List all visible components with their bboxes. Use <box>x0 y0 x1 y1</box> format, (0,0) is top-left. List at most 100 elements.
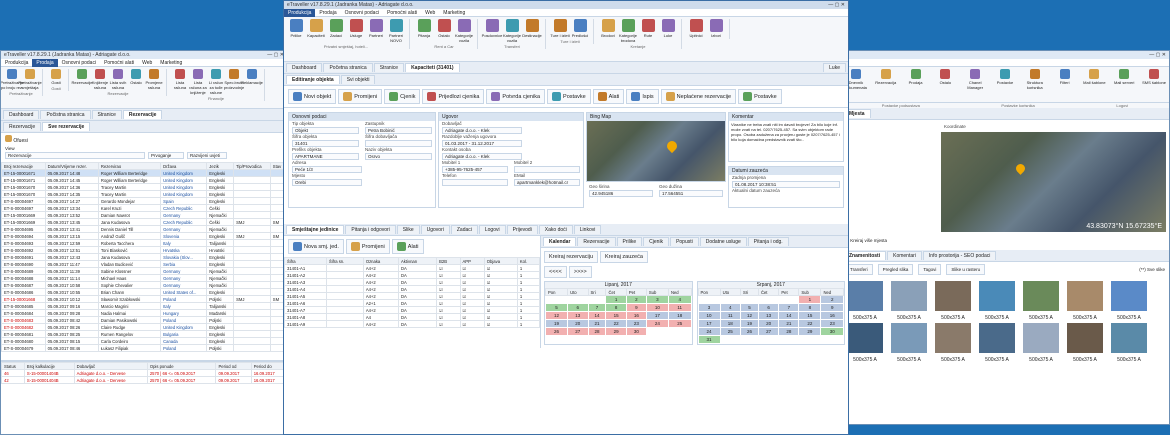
supplier-field[interactable]: Adriagate d.o.o. - Klek <box>442 127 522 134</box>
checkbox[interactable]: ☑ <box>487 308 491 313</box>
map-view[interactable] <box>587 121 725 181</box>
table-row[interactable]: 31401-A3 A4+2 DA ☑ ☑ ☑ 1 <box>284 278 541 286</box>
photo-thumbnail[interactable]: 500x375 A <box>931 279 975 321</box>
column-header[interactable]: Datum/Vrijeme rezer. <box>44 162 99 170</box>
ribbon-button-4[interactable]: Chanel Manager <box>962 69 988 90</box>
tab-1[interactable]: Sve rezervacije <box>42 122 91 131</box>
tab-0[interactable]: Dashboard <box>3 110 40 119</box>
calendar-day[interactable]: 9 <box>625 303 647 312</box>
menu-item-0[interactable]: Produkcija <box>1 60 32 66</box>
table-row[interactable]: ET-S-00004683 05.09.2017 08:42 Damian Pasi… <box>1 316 287 324</box>
calendar-day[interactable]: 29 <box>605 327 627 336</box>
checkbox[interactable]: ☑ <box>487 301 491 306</box>
calendar-day[interactable]: 28 <box>778 327 800 336</box>
tab-1[interactable]: Počistna stranica <box>40 110 91 119</box>
checkbox[interactable]: ☑ <box>487 294 491 299</box>
photo-thumbnail[interactable]: 500x375 A <box>1063 321 1107 363</box>
unit-toolbar-button-0[interactable]: Nova smj. jed. <box>288 239 344 254</box>
column-header[interactable]: Kol. <box>516 257 541 265</box>
table-row[interactable]: ET-S-00004688 05.09.2017 11:14 Michael Haa… <box>1 274 287 282</box>
calendar-day[interactable]: 29 <box>798 327 822 336</box>
calendar-day[interactable]: 24 <box>645 319 669 328</box>
tab-7[interactable]: Xako doći <box>538 225 573 234</box>
column-header[interactable]: Šifra sn. <box>325 257 364 265</box>
toolbar-button-2[interactable]: Cjenik <box>384 89 421 104</box>
column-header[interactable]: Država <box>160 162 208 170</box>
checkbox[interactable]: ☑ <box>439 294 443 299</box>
calendar-day[interactable]: 27 <box>567 327 589 336</box>
left-toolbar[interactable]: Ofuesi <box>1 133 287 146</box>
object-type-field[interactable]: Objekt <box>292 127 359 134</box>
column-header[interactable]: Objava <box>483 257 518 265</box>
window-controls[interactable]: — ▢ ✕ <box>1149 52 1166 58</box>
photo-thumbnail[interactable]: 500x375 A <box>887 321 931 363</box>
tab-4[interactable]: Popusti <box>670 237 699 246</box>
ribbon-button-9[interactable]: Mail serveri <box>1111 69 1137 85</box>
column-header[interactable]: Oznaka <box>362 257 400 265</box>
ribbon-button-3-1[interactable]: Predlošci <box>570 19 590 38</box>
object-code-field[interactable]: 31401 <box>292 140 359 147</box>
calendar-day[interactable]: 14 <box>587 311 607 320</box>
ribbon-button-1-2[interactable]: Kategorije vozila <box>454 19 474 43</box>
calendar-day[interactable]: 13 <box>567 311 589 320</box>
table-row[interactable]: 31401-A5 A4+2 DA ☑ ☑ ☑ 1 <box>284 292 541 300</box>
latitude-field[interactable]: 42.945186 <box>589 190 653 197</box>
ribbon-button-0-0[interactable]: Prilike <box>286 19 306 43</box>
table-row[interactable]: ET-15-00001669 05.09.2017 13:45 Jana Kudas… <box>1 218 287 226</box>
checkbox[interactable]: ☑ <box>463 266 467 271</box>
toolbar-button-3[interactable]: Prijedlozi cjenika <box>422 89 485 104</box>
tab-2[interactable]: Slike <box>396 225 420 234</box>
column-header[interactable]: Broj rezervacije <box>1 162 46 170</box>
ribbon-button-4-0[interactable]: Brodovi <box>598 19 618 43</box>
ribbon-button-2-4[interactable]: Promjene računa <box>145 69 163 90</box>
calendar-nav-1[interactable]: >>>> <box>568 266 592 278</box>
ribbon-button-5-0[interactable]: Upitnici <box>686 19 706 38</box>
mobile2-field[interactable] <box>514 166 580 173</box>
table-row[interactable]: ET-S-00004694 05.09.2017 13:15 Andraž Gušč… <box>1 232 287 240</box>
column-header[interactable]: Tip/Provodica <box>233 162 271 170</box>
menu-item-4[interactable]: Web <box>421 10 439 16</box>
address-field[interactable]: Peće 1/3 <box>292 166 362 173</box>
ribbon-button-0-5[interactable]: Partneri NOVO <box>386 19 406 43</box>
table-row[interactable]: ET-15-00001670 05.09.2017 14:36 Tracey Mar… <box>1 183 287 191</box>
table-row[interactable]: 46 S-15-00001404B Adriagate d.o.o. - Derve… <box>1 369 287 377</box>
calendar-day[interactable]: 3 <box>697 303 721 312</box>
table-row[interactable]: ET-S-00004687 05.09.2017 10:58 Sophie Chev… <box>1 281 287 289</box>
calendar-button-0[interactable]: Kreiraj rezervaciju <box>544 251 599 263</box>
calendar-day[interactable]: 16 <box>820 311 844 320</box>
ribbon-button-2-1[interactable]: Knjiženje računa <box>91 69 109 90</box>
checkbox[interactable]: ☑ <box>439 308 443 313</box>
table-row[interactable]: 31401-A8 A4 DA ☑ ☑ ☑ 1 <box>284 313 541 321</box>
table-row[interactable]: ET-S-00004697 05.09.2017 14:27 Gerardo Mon… <box>1 197 287 205</box>
photo-thumbnail[interactable]: 500x375 A <box>1019 279 1063 321</box>
tab-2[interactable]: Prilike <box>616 237 643 246</box>
checkbox[interactable]: ☑ <box>439 315 443 320</box>
checkbox[interactable]: ☑ <box>439 280 443 285</box>
calendar-day[interactable]: 9 <box>820 303 844 312</box>
object-prefix-field[interactable]: APARTMANE <box>292 153 359 160</box>
calendar-day[interactable]: 4 <box>719 303 742 312</box>
calendar-day[interactable]: 26 <box>544 327 569 336</box>
toolbar-button-7[interactable]: Ispis <box>626 89 659 104</box>
tab-0[interactable]: Znamenitosti <box>843 251 887 260</box>
toolbar-button-4[interactable]: Potvrda cjenika <box>486 89 546 104</box>
calendar-day[interactable]: 7 <box>778 303 800 312</box>
tab-0[interactable]: Rezervacije <box>3 122 42 131</box>
table-row[interactable]: ET-15-00001669 05.09.2017 13:52 Damian Naw… <box>1 211 287 219</box>
photo-thumbnail[interactable]: 500x375 A <box>931 321 975 363</box>
photo-thumbnail[interactable]: 500x375 A <box>1107 321 1151 363</box>
checkbox[interactable]: ☑ <box>439 301 443 306</box>
checkbox[interactable]: ☑ <box>463 273 467 278</box>
table-row[interactable]: ET-S-00004681 05.09.2017 08:25 Rumen Range… <box>1 330 287 338</box>
ribbon-button-0-3[interactable]: Usluge <box>346 19 366 43</box>
longitude-field[interactable]: 17.564551 <box>659 190 723 197</box>
calendar-button-1[interactable]: Kreiraj zauzeća <box>600 251 648 263</box>
calendar-day[interactable]: 15 <box>798 311 822 320</box>
calendar-day[interactable]: 12 <box>740 311 759 320</box>
table-row[interactable]: 31401-A4 A4+2 DA ☑ ☑ ☑ 1 <box>284 285 541 293</box>
table-row[interactable]: 31401-A7 A4+2 DA ☑ ☑ ☑ 1 <box>284 306 541 314</box>
checkbox[interactable]: ☑ <box>487 266 491 271</box>
filter-select[interactable]: Prvoganje <box>148 152 184 159</box>
table-row[interactable]: ET-S-00004680 05.09.2017 08:15 Carla Corde… <box>1 337 287 345</box>
place-field[interactable]: Orebi <box>292 179 362 186</box>
